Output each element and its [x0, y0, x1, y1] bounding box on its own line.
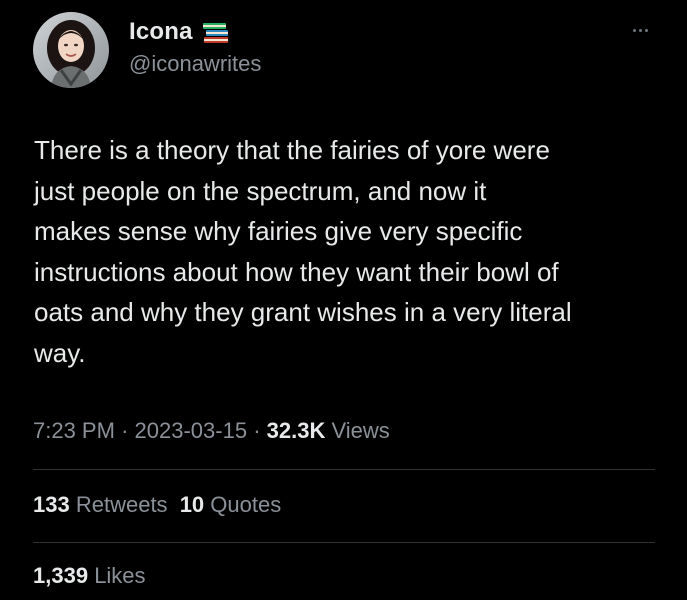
author-name-row[interactable]: Icona [129, 16, 231, 48]
engagement-stats-row: 133 Retweets 10 Quotes [33, 492, 281, 518]
likes-label: Likes [94, 563, 146, 588]
quotes-label: Quotes [210, 492, 282, 517]
more-horizontal-icon-dot [638, 28, 642, 32]
author-display-name[interactable]: Icona [129, 18, 193, 46]
retweets-label: Retweets [75, 492, 168, 517]
quotes-count: 10 [179, 492, 205, 517]
more-horizontal-icon [632, 28, 636, 32]
retweets-count: 133 [33, 492, 70, 517]
tweet-text-line: way. [34, 337, 86, 368]
meta-separator: · [253, 418, 261, 443]
retweets-link[interactable]: 133 Retweets [33, 492, 174, 517]
books-icon [201, 19, 231, 45]
views-count: 32.3K [266, 418, 326, 443]
tweet-text-line: oats and why they grant wishes in a very… [34, 297, 572, 327]
avatar[interactable] [33, 12, 109, 88]
likes-link[interactable]: 1,339 Likes [33, 563, 146, 588]
quotes-link[interactable]: 10 Quotes [180, 492, 282, 517]
more-options-button[interactable] [622, 18, 658, 42]
tweet-text: There is a theory that the fairies of yo… [34, 130, 664, 373]
tweet-text-line: instructions about how they want their b… [34, 256, 559, 287]
tweet-text-line: just people on the spectrum, and now it [34, 175, 487, 206]
meta-separator: · [121, 418, 129, 443]
views-label: Views [331, 418, 390, 443]
tweet-time[interactable]: 7:23 PM [33, 418, 115, 443]
tweet-meta: 7:23 PM · 2023-03-15 · 32.3K Views [33, 418, 390, 444]
tweet-text-line: makes sense why fairies give very specif… [34, 216, 523, 246]
tweet-text-line: There is a theory that the fairies of yo… [34, 135, 550, 165]
likes-stats-row: 1,339 Likes [33, 563, 146, 589]
likes-count: 1,339 [33, 563, 89, 588]
tweet-card: Icona @iconawrites There is a theory tha… [0, 0, 687, 600]
avatar-image [33, 12, 109, 88]
more-horizontal-icon-dot [644, 28, 648, 32]
author-handle[interactable]: @iconawrites [129, 51, 261, 77]
divider [33, 542, 655, 543]
divider [33, 469, 655, 470]
tweet-date[interactable]: 2023-03-15 [135, 418, 248, 443]
